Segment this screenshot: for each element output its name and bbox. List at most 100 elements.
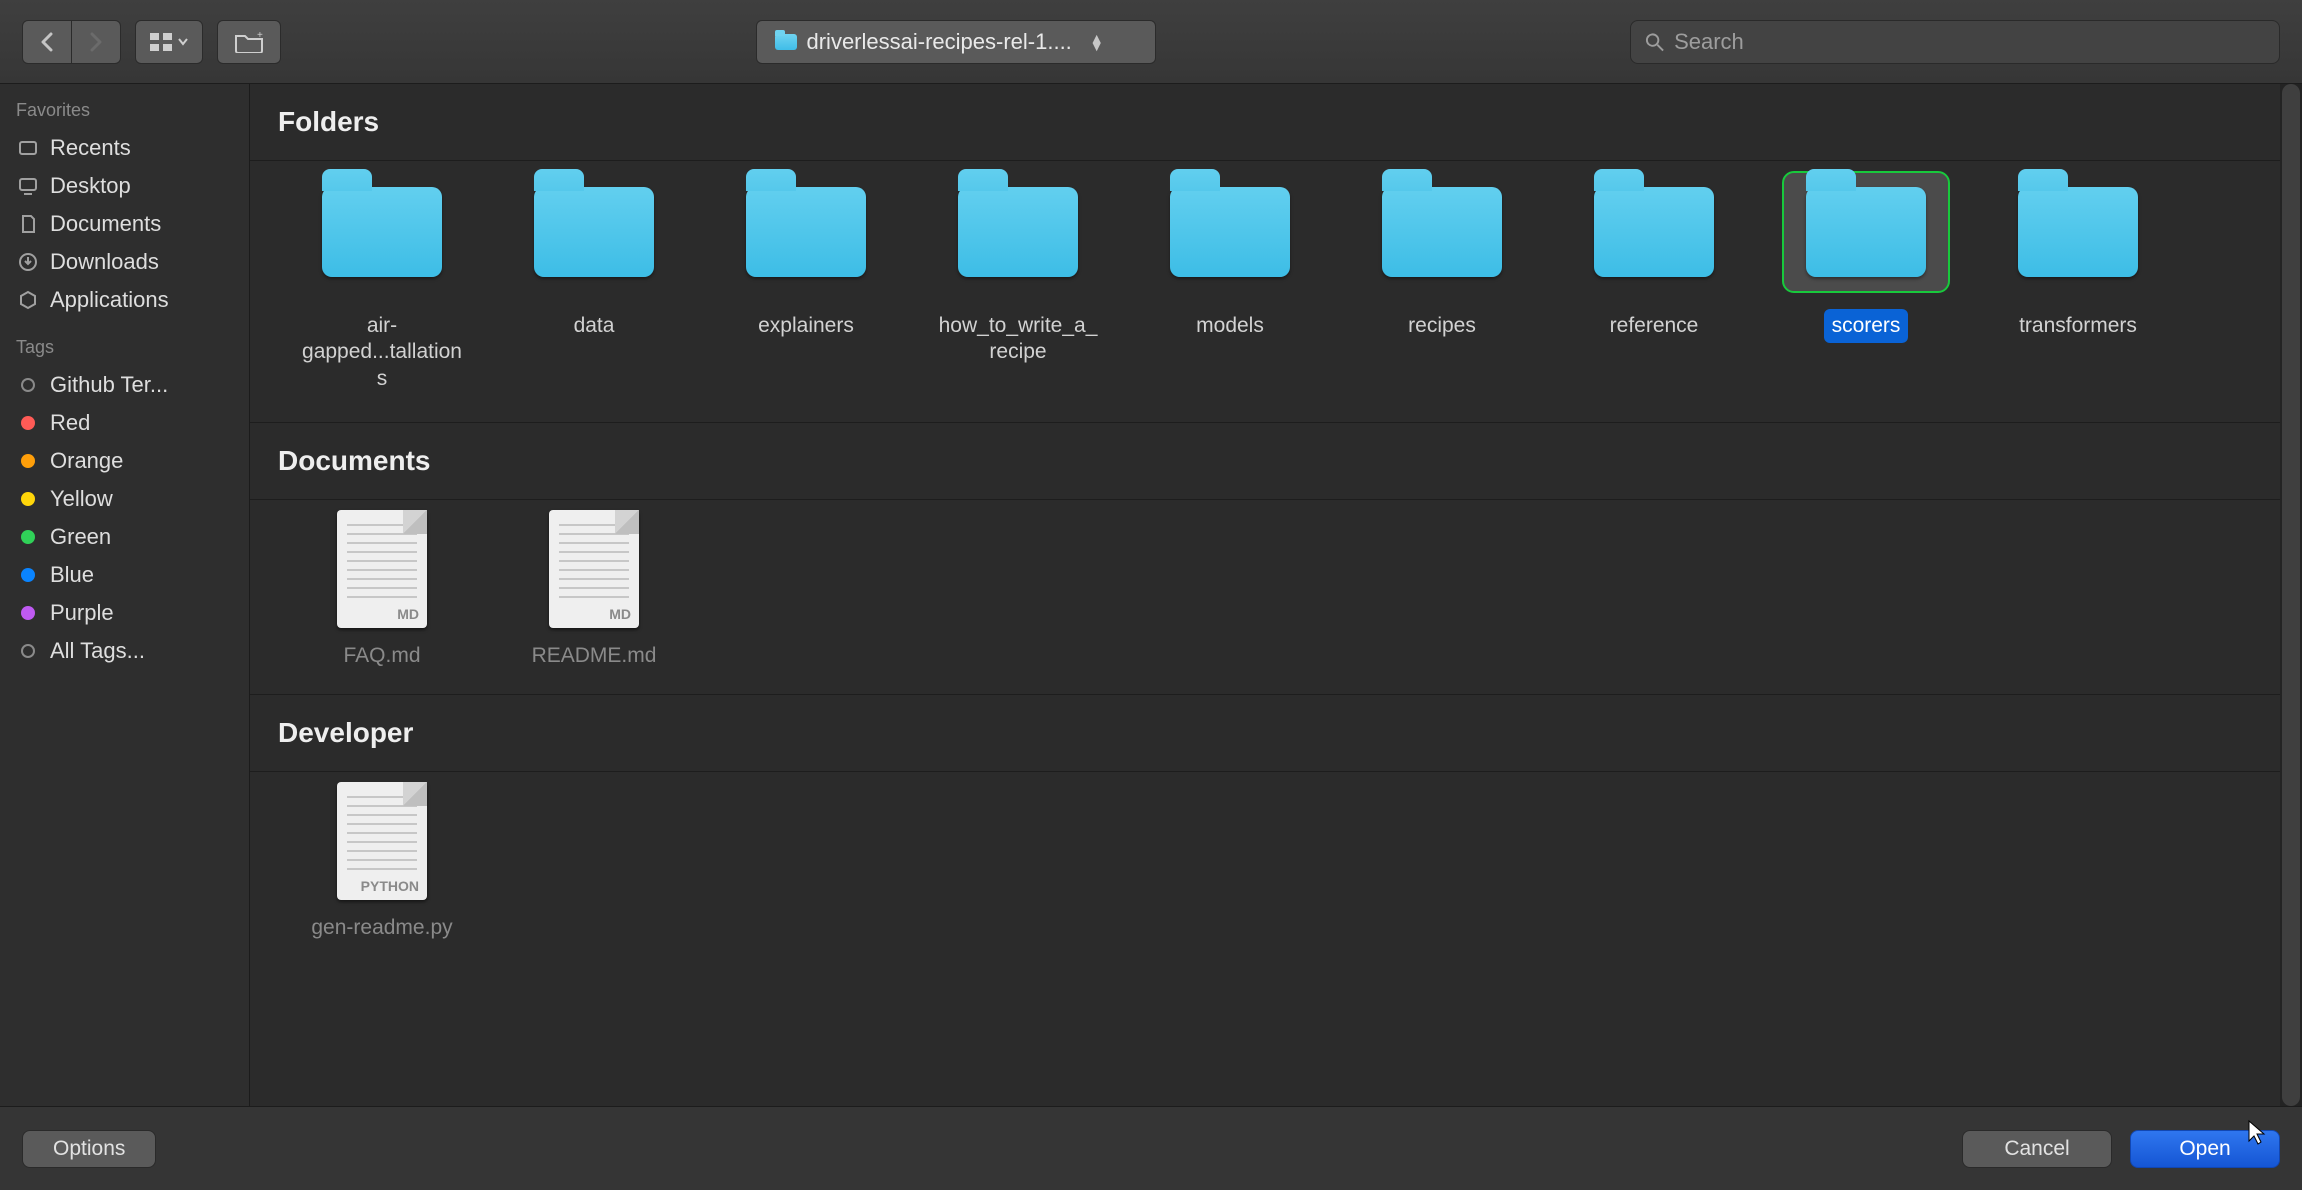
folder-item[interactable]: data bbox=[504, 171, 684, 396]
folder-icon-wrap bbox=[1994, 171, 2162, 293]
file-item[interactable]: MDFAQ.md bbox=[292, 510, 472, 668]
folder-label: data bbox=[566, 309, 623, 343]
file-type-badge: PYTHON bbox=[361, 878, 419, 894]
tag-dot-icon bbox=[16, 492, 40, 506]
tag-ring-icon bbox=[16, 644, 40, 658]
search-icon bbox=[1645, 32, 1664, 52]
folder-item[interactable]: air-gapped...tallations bbox=[292, 171, 472, 396]
folder-label: recipes bbox=[1400, 309, 1484, 343]
folder-icon-wrap bbox=[934, 171, 1102, 293]
back-button[interactable] bbox=[22, 20, 72, 64]
sidebar-item-desktop[interactable]: Desktop bbox=[0, 167, 249, 205]
document-icon: PYTHON bbox=[337, 782, 427, 900]
folder-icon-wrap bbox=[1146, 171, 1314, 293]
cursor-icon bbox=[2247, 1119, 2267, 1145]
folder-item[interactable]: scorers bbox=[1776, 171, 1956, 396]
sidebar-item-applications[interactable]: Applications bbox=[0, 281, 249, 319]
desktop-icon bbox=[16, 176, 40, 196]
folder-label: air-gapped...tallations bbox=[292, 309, 472, 396]
grid-view-icon bbox=[150, 33, 172, 51]
search-input[interactable] bbox=[1674, 29, 2265, 55]
developer-grid: PYTHONgen-readme.py bbox=[250, 772, 2302, 966]
new-folder-button[interactable]: + bbox=[217, 20, 281, 64]
footer: Options Cancel Open bbox=[0, 1106, 2302, 1190]
cancel-button[interactable]: Cancel bbox=[1962, 1130, 2112, 1168]
folder-label: explainers bbox=[750, 309, 862, 343]
sidebar-item-downloads[interactable]: Downloads bbox=[0, 243, 249, 281]
forward-button[interactable] bbox=[72, 20, 121, 64]
folder-item[interactable]: reference bbox=[1564, 171, 1744, 396]
folder-item[interactable]: how_to_write_a_recipe bbox=[928, 171, 1108, 396]
folder-item[interactable]: explainers bbox=[716, 171, 896, 396]
sidebar-tag-blue[interactable]: Blue bbox=[0, 556, 249, 594]
sidebar-item-label: Yellow bbox=[50, 486, 113, 512]
chevron-left-icon bbox=[39, 32, 55, 52]
toolbar: + driverlessai-recipes-rel-1.... ▲▼ bbox=[0, 0, 2302, 84]
folders-grid: air-gapped...tallations data explainers how… bbox=[250, 161, 2302, 422]
path-popup[interactable]: driverlessai-recipes-rel-1.... ▲▼ bbox=[756, 20, 1156, 64]
dialog-body: Favorites Recents Desktop Documents Down… bbox=[0, 84, 2302, 1106]
scrollbar-thumb[interactable] bbox=[2282, 84, 2300, 1106]
folder-icon bbox=[1170, 187, 1290, 277]
open-button[interactable]: Open bbox=[2130, 1130, 2280, 1168]
open-button-label: Open bbox=[2179, 1137, 2230, 1161]
downloads-icon bbox=[16, 252, 40, 272]
sidebar-item-label: Desktop bbox=[50, 173, 131, 199]
sidebar: Favorites Recents Desktop Documents Down… bbox=[0, 84, 250, 1106]
options-button[interactable]: Options bbox=[22, 1130, 156, 1168]
tag-dot-icon bbox=[16, 530, 40, 544]
sidebar-tag-alltags[interactable]: All Tags... bbox=[0, 632, 249, 670]
sidebar-item-label: Applications bbox=[50, 287, 169, 313]
favorites-header: Favorites bbox=[0, 100, 249, 129]
folder-icon bbox=[534, 187, 654, 277]
sidebar-item-documents[interactable]: Documents bbox=[0, 205, 249, 243]
folder-icon bbox=[322, 187, 442, 277]
folder-item[interactable]: transformers bbox=[1988, 171, 2168, 396]
folder-icon-wrap bbox=[298, 171, 466, 293]
sidebar-item-label: Documents bbox=[50, 211, 161, 237]
folder-icon bbox=[1382, 187, 1502, 277]
file-item[interactable]: PYTHONgen-readme.py bbox=[292, 782, 472, 940]
file-browser: Folders air-gapped...tallationsdataexpla… bbox=[250, 84, 2302, 1106]
sidebar-tag-purple[interactable]: Purple bbox=[0, 594, 249, 632]
folder-icon bbox=[958, 187, 1078, 277]
tag-ring-icon bbox=[16, 378, 40, 392]
sidebar-item-recents[interactable]: Recents bbox=[0, 129, 249, 167]
nav-buttons bbox=[22, 20, 121, 64]
file-item[interactable]: MDREADME.md bbox=[504, 510, 684, 668]
folder-icon bbox=[1594, 187, 1714, 277]
folder-icon-wrap bbox=[1782, 171, 1950, 293]
tag-dot-icon bbox=[16, 416, 40, 430]
file-type-badge: MD bbox=[397, 606, 419, 622]
stepper-icon: ▲▼ bbox=[1090, 34, 1104, 50]
folder-label: transformers bbox=[2011, 309, 2145, 343]
scrollbar-track[interactable] bbox=[2280, 84, 2302, 1106]
sidebar-item-label: Green bbox=[50, 524, 111, 550]
sidebar-item-label: Purple bbox=[50, 600, 114, 626]
view-mode-button[interactable] bbox=[135, 20, 203, 64]
sidebar-item-label: Recents bbox=[50, 135, 131, 161]
sidebar-tag-yellow[interactable]: Yellow bbox=[0, 480, 249, 518]
folder-label: scorers bbox=[1824, 309, 1909, 343]
folder-label: how_to_write_a_recipe bbox=[928, 309, 1108, 370]
applications-icon bbox=[16, 290, 40, 310]
section-developer-header: Developer bbox=[250, 695, 2302, 771]
folder-item[interactable]: models bbox=[1140, 171, 1320, 396]
new-folder-icon: + bbox=[234, 31, 264, 53]
folder-item[interactable]: recipes bbox=[1352, 171, 1532, 396]
sidebar-item-label: Blue bbox=[50, 562, 94, 588]
clock-icon bbox=[16, 138, 40, 158]
sidebar-tag-githubter[interactable]: Github Ter... bbox=[0, 366, 249, 404]
sidebar-tag-red[interactable]: Red bbox=[0, 404, 249, 442]
sidebar-item-label: Downloads bbox=[50, 249, 159, 275]
sidebar-tag-green[interactable]: Green bbox=[0, 518, 249, 556]
search-field[interactable] bbox=[1630, 20, 2280, 64]
tag-dot-icon bbox=[16, 454, 40, 468]
chevron-right-icon bbox=[88, 32, 104, 52]
folder-label: models bbox=[1188, 309, 1272, 343]
chevron-down-icon bbox=[178, 38, 188, 46]
folder-icon-wrap bbox=[722, 171, 890, 293]
sidebar-item-label: All Tags... bbox=[50, 638, 145, 664]
svg-text:+: + bbox=[257, 31, 263, 41]
sidebar-tag-orange[interactable]: Orange bbox=[0, 442, 249, 480]
